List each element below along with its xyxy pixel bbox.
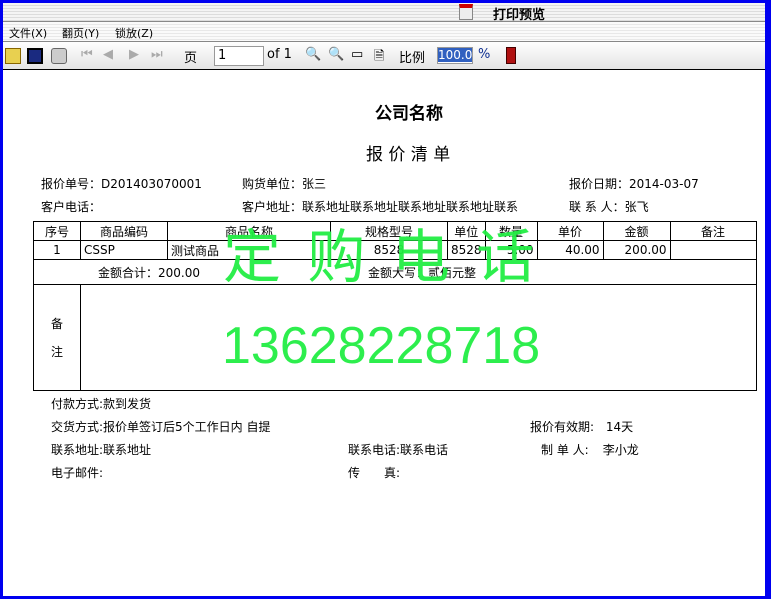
validity: 14天 [605, 420, 634, 434]
validity-label: 报价有效期: [530, 420, 595, 434]
watermark-phone: 13628228718 [222, 317, 541, 375]
total: 200.00 [158, 265, 201, 280]
contact-address: 联系地址:联系地址 [51, 443, 152, 457]
page-label: 页 [184, 51, 198, 66]
title-bar: 打印预览 [3, 3, 765, 23]
save-icon[interactable] [27, 48, 43, 64]
contact-phone: 联系电话:联系电话 [348, 443, 449, 457]
fax-label: 传 真: [348, 466, 401, 480]
email-label: 电子邮件: [51, 466, 104, 480]
cell: 200.00 [602, 240, 671, 260]
quote-no: D201403070001 [101, 177, 202, 191]
buyer: 张三 [302, 177, 327, 191]
quote-no-label: 报价单号： [41, 177, 102, 191]
next-page-icon[interactable]: ▶ [129, 47, 139, 65]
maker: 李小龙 [602, 443, 639, 457]
col-header: 商品编码 [80, 221, 168, 241]
date: 2014-03-07 [629, 177, 699, 191]
open-icon[interactable] [5, 48, 21, 64]
contact: 张飞 [624, 200, 649, 214]
exit-icon[interactable] [506, 47, 516, 64]
delivery: 交货方式:报价单签订后5个工作日内 自提 [51, 420, 271, 434]
printer-icon[interactable] [51, 48, 67, 64]
zoom-in-icon[interactable]: 🔍 [305, 47, 321, 65]
zoom-out-icon[interactable]: 🔍 [328, 47, 344, 65]
document-title: 报 价 清 单 [366, 145, 451, 165]
date-label: 报价日期： [569, 177, 630, 191]
cell: 40.00 [536, 240, 604, 260]
col-header: 序号 [33, 221, 81, 241]
remark-label: 备 [50, 316, 63, 331]
menu-bar: 文件(X) 翻页(Y) 锁放(Z) [3, 22, 765, 42]
cell [669, 240, 757, 260]
menu-file[interactable]: 文件(X) [9, 25, 47, 41]
contact-label: 联 系 人： [569, 200, 625, 214]
payment: 付款方式:款到发货 [51, 397, 152, 411]
col-header: 单价 [536, 221, 604, 241]
menu-page[interactable]: 翻页(Y) [62, 25, 99, 41]
toolbar: ⏮ ◀ ▶ ⏭ 页 1 of 1 🔍 🔍 ▭ 🗎 比例 100.0 % [3, 42, 765, 70]
cell: 1 [33, 240, 81, 260]
menu-zoom[interactable]: 锁放(Z) [115, 25, 153, 41]
phone-label: 客户电话： [41, 200, 102, 214]
prev-page-icon[interactable]: ◀ [103, 47, 113, 65]
buyer-label: 购货单位： [242, 177, 303, 191]
page-input[interactable]: 1 [214, 46, 264, 66]
print-preview-icon [459, 4, 473, 20]
total-label: 金额合计： [98, 265, 159, 280]
cell: CSSP [80, 240, 168, 260]
preview-page: 公司名称 报 价 清 单 报价单号：D201403070001 购货单位：张三 … [3, 70, 765, 596]
page-width-icon[interactable]: ▭ [351, 47, 363, 65]
whole-page-icon[interactable]: 🗎 [374, 47, 384, 65]
scale-label: 比例 [399, 51, 426, 66]
last-page-icon[interactable]: ⏭ [151, 47, 163, 65]
maker-label: 制 单 人: [541, 443, 589, 457]
col-header: 备注 [669, 221, 757, 241]
percent-label: % [478, 47, 491, 62]
watermark-text: 定 购 电 话 [223, 223, 539, 291]
scale-input[interactable]: 100.0 [438, 48, 473, 62]
remark-label: 注 [50, 344, 63, 359]
page-count: of 1 [267, 47, 292, 62]
company-name: 公司名称 [375, 104, 443, 124]
window-title: 打印预览 [493, 8, 546, 23]
first-page-icon[interactable]: ⏮ [81, 47, 93, 65]
col-header: 金额 [602, 221, 671, 241]
